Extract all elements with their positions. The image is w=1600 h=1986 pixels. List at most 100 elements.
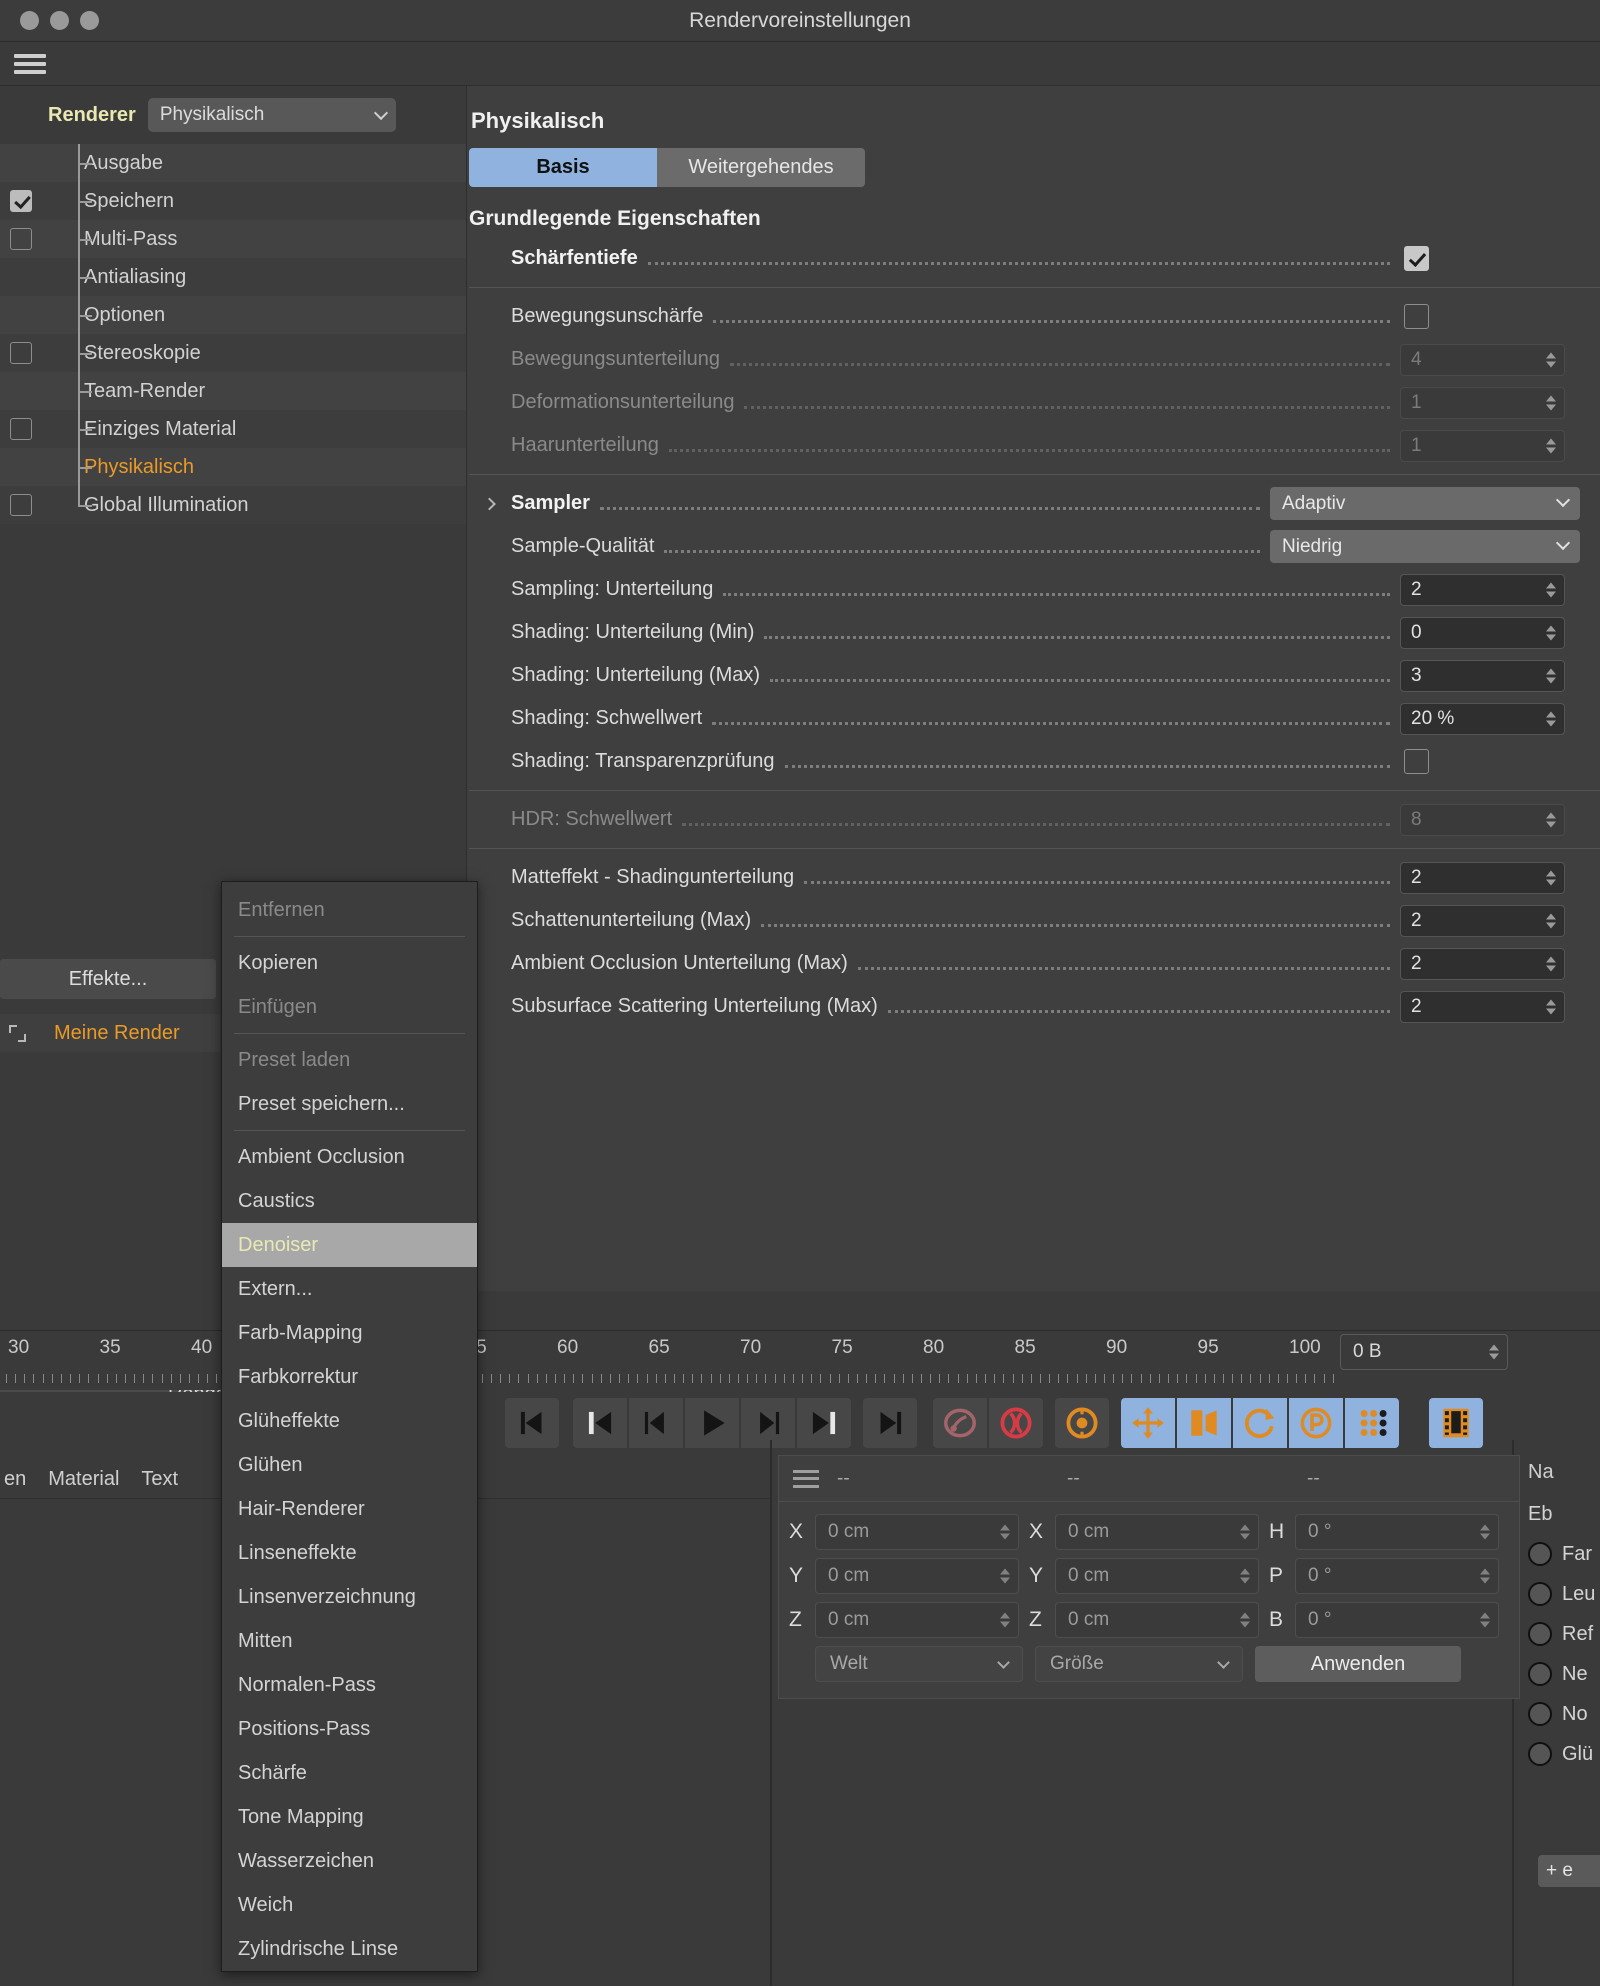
play-button[interactable] — [685, 1398, 739, 1448]
property-number-field[interactable]: 2 — [1400, 574, 1565, 606]
frame-field[interactable]: 0 B — [1340, 1334, 1508, 1370]
coord-system-select[interactable]: Welt — [815, 1646, 1023, 1682]
tree-item-antialiasing[interactable]: Antialiasing — [0, 258, 466, 296]
coordinate-input[interactable]: 0 cm — [815, 1514, 1019, 1550]
menu-item-linseneffekte[interactable]: Linseneffekte — [222, 1531, 477, 1575]
menu-item-farb-mapping[interactable]: Farb-Mapping — [222, 1311, 477, 1355]
number-stepper[interactable] — [1546, 582, 1556, 597]
channel-toggle-icon[interactable] — [1528, 1702, 1552, 1726]
menu-item-zylindrische-linse[interactable]: Zylindrische Linse — [222, 1927, 477, 1971]
material-channel-row[interactable]: Far — [1520, 1534, 1600, 1574]
hamburger-menu-icon[interactable] — [14, 51, 46, 77]
number-stepper[interactable] — [1546, 711, 1556, 726]
tree-item-einziges-material[interactable]: Einziges Material — [0, 410, 466, 448]
effects-context-menu[interactable]: EntfernenKopierenEinfügenPreset ladenPre… — [221, 881, 478, 1972]
property-number-field[interactable]: 4 — [1400, 344, 1565, 376]
channel-toggle-icon[interactable] — [1528, 1542, 1552, 1566]
menu-item-weich[interactable]: Weich — [222, 1883, 477, 1927]
property-number-field[interactable]: 2 — [1400, 991, 1565, 1023]
menu-item-preset-speichern[interactable]: Preset speichern... — [222, 1082, 477, 1126]
property-number-field[interactable]: 20 % — [1400, 703, 1565, 735]
coord-mode-select[interactable]: Größe — [1035, 1646, 1243, 1682]
property-number-field[interactable]: 3 — [1400, 660, 1565, 692]
number-stepper[interactable] — [1546, 999, 1556, 1014]
coordinate-stepper[interactable] — [1000, 1525, 1010, 1540]
tree-item-checkbox[interactable] — [10, 228, 32, 250]
property-number-field[interactable]: 2 — [1400, 862, 1565, 894]
tree-item-checkbox[interactable] — [10, 418, 32, 440]
frame-stepper[interactable] — [1489, 1345, 1499, 1360]
material-channel-row[interactable]: No — [1520, 1694, 1600, 1734]
menu-item-normalen-pass[interactable]: Normalen-Pass — [222, 1663, 477, 1707]
panel-divider[interactable] — [770, 1440, 772, 1986]
channel-toggle-icon[interactable] — [1528, 1582, 1552, 1606]
channel-toggle-icon[interactable] — [1528, 1622, 1552, 1646]
tree-item-checkbox[interactable] — [10, 494, 32, 516]
coordinate-input[interactable]: 0 cm — [1055, 1514, 1259, 1550]
coordinate-stepper[interactable] — [1000, 1613, 1010, 1628]
menu-item-caustics[interactable]: Caustics — [222, 1179, 477, 1223]
material-channel-row[interactable]: Leu — [1520, 1574, 1600, 1614]
tab-basis[interactable]: Basis — [469, 148, 657, 187]
autokey-button[interactable] — [1055, 1398, 1109, 1448]
number-stepper[interactable] — [1546, 956, 1556, 971]
menu-item-sch-rfe[interactable]: Schärfe — [222, 1751, 477, 1795]
menu-item-linsenverzeichnung[interactable]: Linsenverzeichnung — [222, 1575, 477, 1619]
scale-key-button[interactable] — [1177, 1398, 1231, 1448]
coordinate-input[interactable]: 0 ° — [1295, 1514, 1499, 1550]
menu-item-gl-heffekte[interactable]: Glüheffekte — [222, 1399, 477, 1443]
coordinate-input[interactable]: 0 ° — [1295, 1558, 1499, 1594]
menu-item-hair-renderer[interactable]: Hair-Renderer — [222, 1487, 477, 1531]
number-stepper[interactable] — [1546, 352, 1556, 367]
property-number-field[interactable]: 2 — [1400, 948, 1565, 980]
property-number-field[interactable]: 2 — [1400, 905, 1565, 937]
coordinate-stepper[interactable] — [1480, 1569, 1490, 1584]
next-key-button[interactable] — [797, 1398, 851, 1448]
bottom-tab-material[interactable]: Material — [48, 1468, 119, 1491]
property-number-field[interactable]: 0 — [1400, 617, 1565, 649]
menu-item-ambient-occlusion[interactable]: Ambient Occlusion — [222, 1135, 477, 1179]
coordinate-stepper[interactable] — [1240, 1525, 1250, 1540]
record-active-objects-button[interactable] — [933, 1398, 987, 1448]
tree-item-team-render[interactable]: Team-Render — [0, 372, 466, 410]
step-back-button[interactable] — [629, 1398, 683, 1448]
effects-button[interactable]: Effekte... — [0, 959, 216, 999]
menu-item-farbkorrektur[interactable]: Farbkorrektur — [222, 1355, 477, 1399]
property-dropdown[interactable]: Niedrig — [1270, 530, 1580, 563]
record-button[interactable] — [989, 1398, 1043, 1448]
coordinate-input[interactable]: 0 cm — [815, 1602, 1019, 1638]
menu-item-tone-mapping[interactable]: Tone Mapping — [222, 1795, 477, 1839]
coordinate-stepper[interactable] — [1240, 1613, 1250, 1628]
bottom-tab-0[interactable]: en — [4, 1468, 26, 1491]
coordinate-input[interactable]: 0 ° — [1295, 1602, 1499, 1638]
menu-item-extern[interactable]: Extern... — [222, 1267, 477, 1311]
number-stepper[interactable] — [1546, 438, 1556, 453]
coordinates-menu-icon[interactable] — [793, 1470, 819, 1488]
coordinate-stepper[interactable] — [1000, 1569, 1010, 1584]
bottom-tab-text[interactable]: Text — [141, 1468, 178, 1491]
tree-item-ausgabe[interactable]: Ausgabe — [0, 144, 466, 182]
menu-item-kopieren[interactable]: Kopieren — [222, 941, 477, 985]
add-channel-button[interactable]: + e — [1538, 1855, 1600, 1887]
number-stepper[interactable] — [1546, 913, 1556, 928]
step-forward-button[interactable] — [741, 1398, 795, 1448]
tree-item-checkbox[interactable] — [10, 342, 32, 364]
tree-item-optionen[interactable]: Optionen — [0, 296, 466, 334]
coordinate-stepper[interactable] — [1480, 1525, 1490, 1540]
tree-item-stereoskopie[interactable]: Stereoskopie — [0, 334, 466, 372]
menu-item-wasserzeichen[interactable]: Wasserzeichen — [222, 1839, 477, 1883]
material-channel-row[interactable]: Ne — [1520, 1654, 1600, 1694]
tree-item-physikalisch[interactable]: Physikalisch — [0, 448, 466, 486]
apply-button[interactable]: Anwenden — [1255, 1646, 1461, 1682]
channel-toggle-icon[interactable] — [1528, 1742, 1552, 1766]
channel-toggle-icon[interactable] — [1528, 1662, 1552, 1686]
parameter-key-button[interactable] — [1289, 1398, 1343, 1448]
coordinate-input[interactable]: 0 cm — [815, 1558, 1019, 1594]
property-number-field[interactable]: 1 — [1400, 430, 1565, 462]
tree-item-speichern[interactable]: Speichern — [0, 182, 466, 220]
tree-item-multi-pass[interactable]: Multi-Pass — [0, 220, 466, 258]
previous-key-button[interactable] — [573, 1398, 627, 1448]
tree-item-global-illumination[interactable]: Global Illumination — [0, 486, 466, 524]
property-checkbox[interactable] — [1404, 749, 1429, 774]
coordinate-stepper[interactable] — [1240, 1569, 1250, 1584]
